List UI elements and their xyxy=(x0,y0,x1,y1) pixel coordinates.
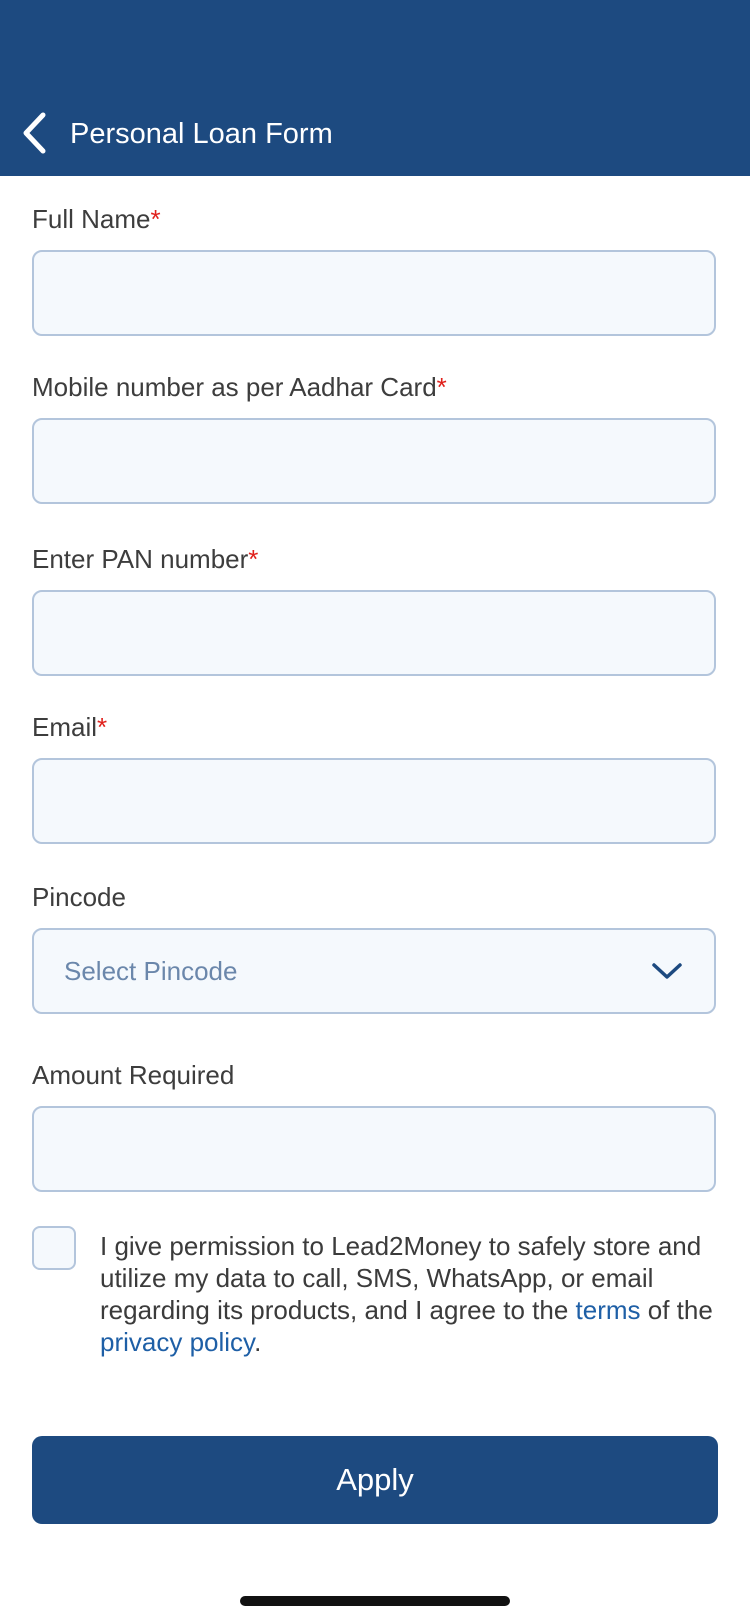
pincode-label: Pincode xyxy=(32,880,126,914)
pincode-placeholder: Select Pincode xyxy=(64,955,238,986)
pan-label-text: Enter PAN number xyxy=(32,544,249,574)
required-mark: * xyxy=(436,372,447,402)
email-label: Email* xyxy=(32,710,107,744)
mobile-input[interactable] xyxy=(34,420,714,502)
amount-label: Amount Required xyxy=(32,1058,234,1092)
terms-link[interactable]: terms xyxy=(576,1295,641,1325)
full-name-label: Full Name* xyxy=(32,202,161,236)
full-name-field[interactable] xyxy=(32,250,716,336)
consent-text: I give permission to Lead2Money to safel… xyxy=(100,1230,720,1358)
back-button[interactable] xyxy=(14,108,54,158)
amount-input[interactable] xyxy=(34,1108,714,1190)
app-header: Personal Loan Form xyxy=(0,0,750,176)
full-name-input[interactable] xyxy=(34,252,714,334)
chevron-down-icon xyxy=(650,961,684,981)
pincode-select[interactable]: Select Pincode xyxy=(32,928,716,1014)
required-mark: * xyxy=(97,712,108,742)
consent-text-end: . xyxy=(254,1327,262,1357)
email-field[interactable] xyxy=(32,758,716,844)
mobile-field[interactable] xyxy=(32,418,716,504)
amount-label-text: Amount Required xyxy=(32,1060,235,1090)
pan-input[interactable] xyxy=(34,592,714,674)
mobile-label: Mobile number as per Aadhar Card* xyxy=(32,370,447,404)
pan-label: Enter PAN number* xyxy=(32,542,258,576)
consent-checkbox[interactable] xyxy=(32,1226,76,1270)
full-name-label-text: Full Name xyxy=(32,204,151,234)
email-input[interactable] xyxy=(34,760,714,842)
required-mark: * xyxy=(248,544,259,574)
mobile-label-text: Mobile number as per Aadhar Card xyxy=(32,372,437,402)
amount-field[interactable] xyxy=(32,1106,716,1192)
chevron-left-icon xyxy=(23,112,46,154)
apply-button[interactable]: Apply xyxy=(32,1436,718,1524)
pincode-label-text: Pincode xyxy=(32,882,126,912)
email-label-text: Email xyxy=(32,712,98,742)
privacy-policy-link[interactable]: privacy policy xyxy=(100,1327,254,1357)
home-indicator xyxy=(240,1596,510,1606)
required-mark: * xyxy=(150,204,161,234)
page-title: Personal Loan Form xyxy=(70,118,333,150)
consent-text-middle: of the xyxy=(640,1295,713,1325)
pan-field[interactable] xyxy=(32,590,716,676)
